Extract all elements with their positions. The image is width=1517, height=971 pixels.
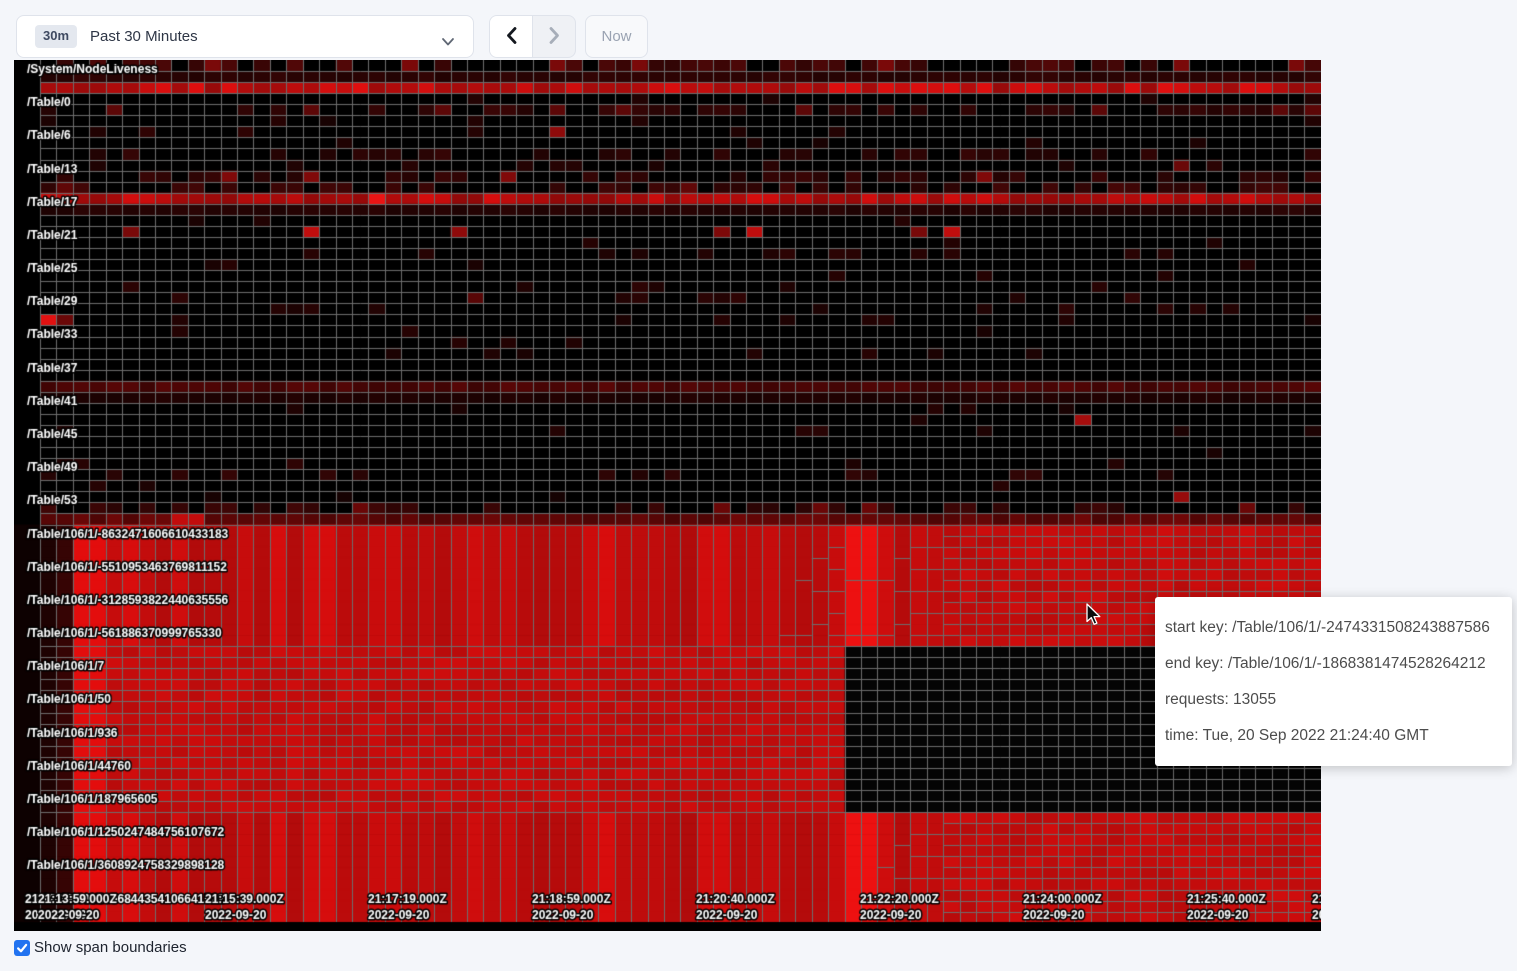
time-window-badge: 30m <box>35 25 77 48</box>
toolbar: 30m Past 30 Minutes Now <box>0 0 1517 60</box>
chevron-down-icon <box>441 34 455 52</box>
prev-window-button[interactable] <box>490 16 533 57</box>
time-nav-button-group <box>489 15 576 58</box>
next-window-button[interactable] <box>533 16 575 57</box>
key-visualizer <box>14 60 1321 931</box>
show-span-boundaries-label: Show span boundaries <box>34 939 187 956</box>
now-button[interactable]: Now <box>585 15 648 58</box>
tooltip-time: time: Tue, 20 Sep 2022 21:24:40 GMT <box>1165 718 1502 754</box>
chevron-right-icon <box>548 26 561 48</box>
show-span-boundaries: Show span boundaries <box>14 939 187 956</box>
key-visualizer-canvas[interactable] <box>14 60 1321 931</box>
show-span-boundaries-checkbox[interactable] <box>14 940 30 956</box>
time-window-select[interactable]: 30m Past 30 Minutes <box>16 15 474 58</box>
tooltip-end-key: end key: /Table/106/1/-18683814745282642… <box>1165 646 1502 682</box>
tooltip-start-key: start key: /Table/106/1/-247433150824388… <box>1165 610 1502 646</box>
hover-tooltip: start key: /Table/106/1/-247433150824388… <box>1155 597 1512 766</box>
checkmark-icon <box>16 942 28 954</box>
time-window-label: Past 30 Minutes <box>90 28 198 45</box>
tooltip-requests: requests: 13055 <box>1165 682 1502 718</box>
chevron-left-icon <box>505 26 518 48</box>
